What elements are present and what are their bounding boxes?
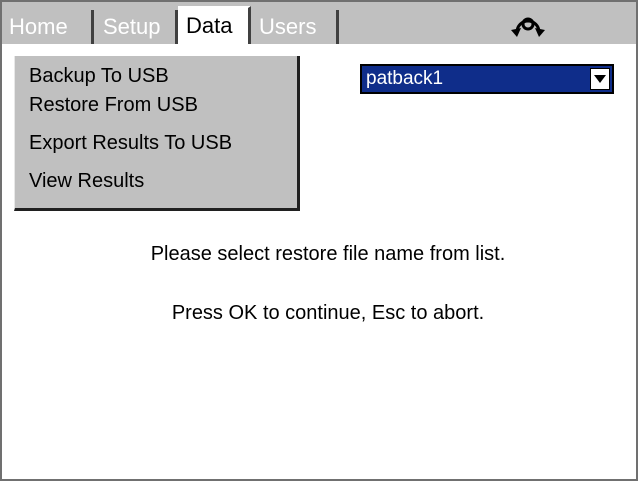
continue-abort-text: Press OK to continue, Esc to abort. [171, 302, 485, 324]
menu-item-restore-usb[interactable]: Restore From USB [29, 92, 198, 118]
restore-file-select[interactable]: patback1 [360, 64, 614, 94]
instruction-text: Please select restore file name from lis… [150, 243, 506, 265]
tab-data[interactable]: Data [178, 6, 251, 44]
rotate-orientation-icon[interactable] [505, 6, 551, 40]
data-menu: Backup To USB Restore From USB Export Re… [14, 56, 300, 211]
tab-bar: Home Setup Users Data [2, 2, 636, 44]
menu-item-export-results-usb[interactable]: Export Results To USB [29, 130, 232, 156]
dropdown-arrow-icon[interactable] [590, 68, 610, 90]
restore-file-value: patback1 [366, 68, 444, 89]
menu-item-view-results[interactable]: View Results [29, 168, 144, 194]
menu-item-backup-usb[interactable]: Backup To USB [29, 63, 169, 89]
tab-users[interactable]: Users [254, 10, 339, 44]
device-screen: Home Setup Users Data Backup To USB Rest… [0, 0, 638, 481]
tab-setup[interactable]: Setup [98, 10, 178, 44]
tab-home[interactable]: Home [4, 10, 94, 44]
